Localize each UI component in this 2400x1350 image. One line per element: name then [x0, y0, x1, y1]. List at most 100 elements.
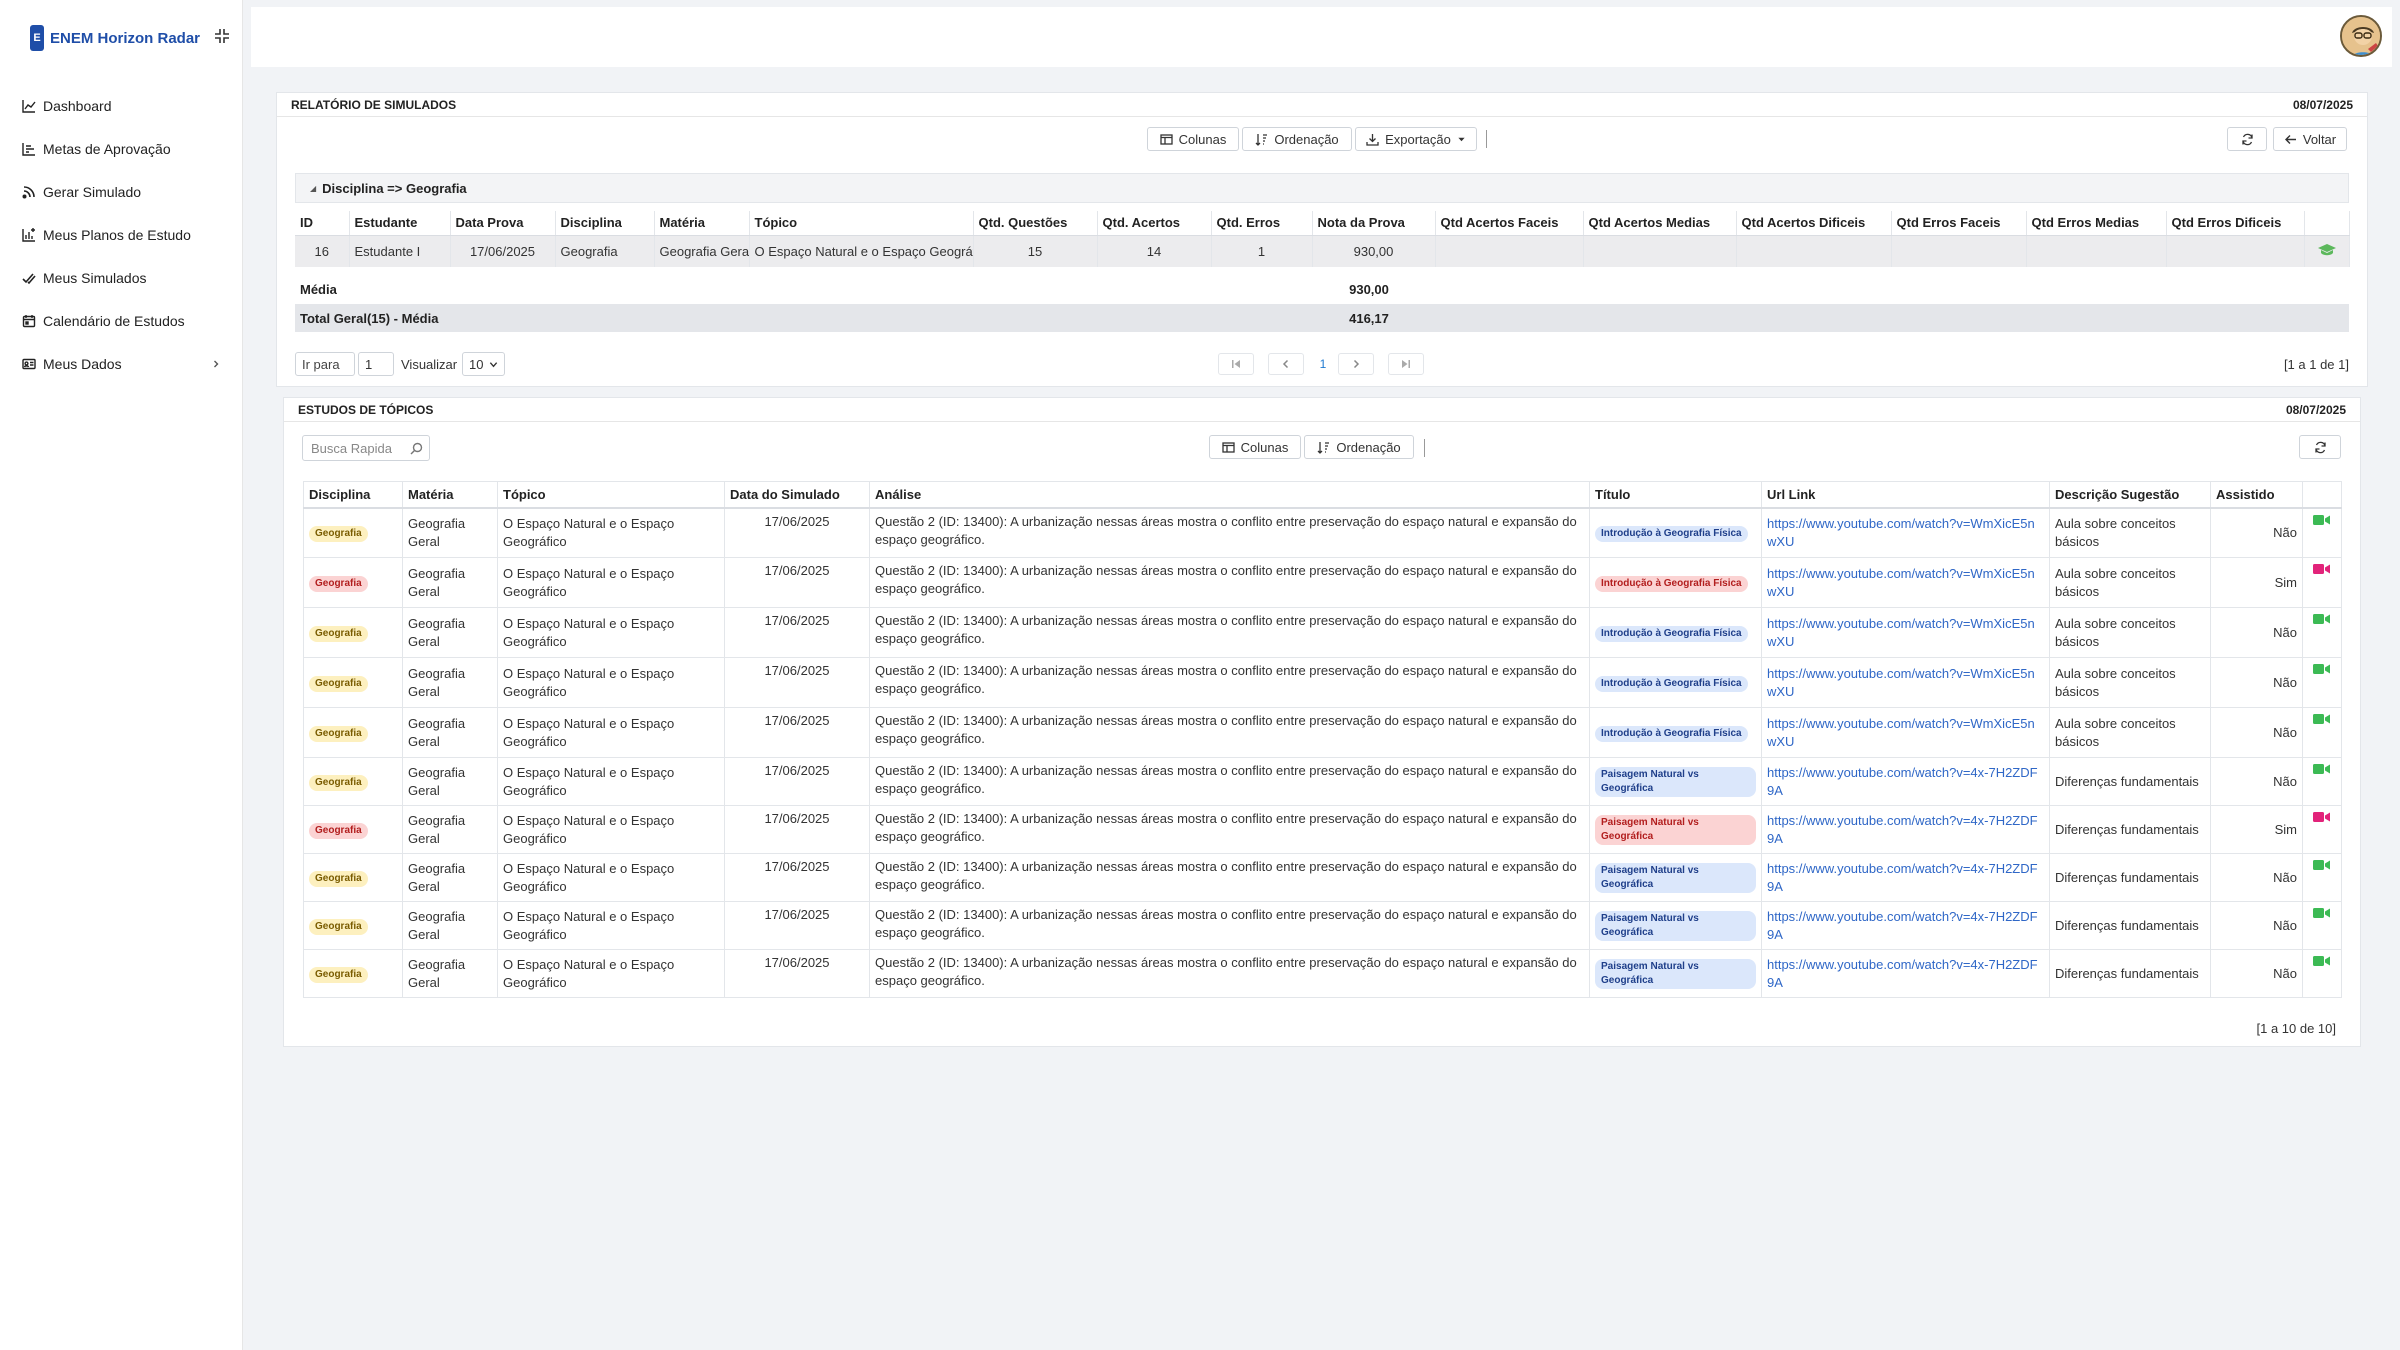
nav-item-gerar-simulado[interactable]: Gerar Simulado	[0, 170, 242, 213]
nav-item-planos[interactable]: Meus Planos de Estudo	[0, 213, 242, 256]
col-header[interactable]: Nota da Prova	[1312, 211, 1436, 236]
video-camera-icon[interactable]	[2313, 763, 2331, 775]
title-badge: Paisagem Natural vs Geográfica	[1595, 862, 1756, 893]
col-header[interactable]: Título	[1589, 481, 1762, 509]
col-header[interactable]: Data do Simulado	[724, 481, 870, 509]
collapse-icon[interactable]	[214, 28, 230, 44]
topics-order-button[interactable]: Ordenação	[1304, 435, 1414, 459]
video-link[interactable]: https://www.youtube.com/watch?v=WmXicE5n…	[1767, 516, 2035, 549]
video-camera-icon[interactable]	[2313, 859, 2331, 871]
col-header[interactable]: Qtd Erros Medias	[2026, 211, 2167, 236]
collapse-triangle-icon: ◢	[310, 183, 317, 193]
table-row[interactable]: Geografia Geografia Geral O Espaço Natural…	[303, 707, 2342, 758]
search-input[interactable]: Busca Rapida	[302, 435, 430, 461]
video-camera-icon[interactable]	[2313, 663, 2331, 675]
topics-columns-button[interactable]: Colunas	[1209, 435, 1301, 459]
nav-item-meus-dados[interactable]: Meus Dados	[0, 342, 242, 385]
col-header[interactable]: Qtd. Acertos	[1097, 211, 1212, 236]
video-link[interactable]: https://www.youtube.com/watch?v=WmXicE5n…	[1767, 616, 2035, 649]
avatar[interactable]	[2340, 15, 2382, 57]
video-link[interactable]: https://www.youtube.com/watch?v=WmXicE5n…	[1767, 666, 2035, 699]
video-camera-icon[interactable]	[2313, 811, 2331, 823]
col-header[interactable]: Assistido	[2210, 481, 2303, 509]
calendar-icon	[22, 314, 36, 327]
table-row[interactable]: Geografia Geografia Geral O Espaço Natural…	[303, 557, 2342, 608]
col-header[interactable]: Análise	[869, 481, 1590, 509]
page-size-value: 10	[469, 356, 484, 372]
video-camera-icon[interactable]	[2313, 955, 2331, 967]
last-page-button[interactable]	[1388, 353, 1424, 375]
table-row[interactable]: Geografia Geografia Geral O Espaço Natural…	[303, 805, 2342, 854]
export-button[interactable]: Exportação	[1355, 127, 1477, 151]
video-link[interactable]: https://www.youtube.com/watch?v=4x-7H2ZD…	[1767, 909, 2038, 942]
cell-date: 17/06/2025	[724, 853, 870, 902]
table-row[interactable]: Geografia Geografia Geral O Espaço Natural…	[303, 901, 2342, 950]
next-page-button[interactable]	[1338, 353, 1374, 375]
col-header[interactable]: Descrição Sugestão	[2049, 481, 2211, 509]
first-page-button[interactable]	[1218, 353, 1254, 375]
video-link[interactable]: https://www.youtube.com/watch?v=WmXicE5n…	[1767, 716, 2035, 749]
goto-button[interactable]: Ir para	[295, 352, 355, 376]
col-header[interactable]: Tópico	[497, 481, 725, 509]
col-header[interactable]: Qtd Acertos Dificeis	[1736, 211, 1892, 236]
video-link[interactable]: https://www.youtube.com/watch?v=4x-7H2ZD…	[1767, 813, 2038, 846]
video-camera-icon[interactable]	[2313, 613, 2331, 625]
back-button[interactable]: Voltar	[2273, 127, 2347, 151]
col-header[interactable]: Disciplina	[555, 211, 655, 236]
group-row[interactable]: ◢ Disciplina => Geografia	[295, 173, 2349, 203]
col-header[interactable]: Tópico	[749, 211, 974, 236]
cell-title: Paisagem Natural vs Geográfica	[1589, 853, 1762, 902]
brand[interactable]: E ENEM Horizon Radar	[0, 0, 242, 76]
page-size-select[interactable]: 10	[462, 352, 505, 376]
video-link[interactable]: https://www.youtube.com/watch?v=4x-7H2ZD…	[1767, 861, 2038, 894]
prev-page-button[interactable]	[1268, 353, 1304, 375]
group-label: Disciplina => Geografia	[322, 180, 467, 196]
refresh-button[interactable]	[2227, 127, 2267, 151]
video-link[interactable]: https://www.youtube.com/watch?v=4x-7H2ZD…	[1767, 957, 2038, 990]
topics-refresh-button[interactable]	[2299, 435, 2341, 459]
col-header[interactable]: Data Prova	[450, 211, 556, 236]
current-page[interactable]: 1	[1312, 353, 1334, 375]
col-header[interactable]: Estudante	[349, 211, 451, 236]
video-camera-icon[interactable]	[2313, 713, 2331, 725]
cell-empty	[2166, 235, 2305, 267]
columns-button[interactable]: Colunas	[1147, 127, 1239, 151]
cell-url: https://www.youtube.com/watch?v=WmXicE5n…	[1761, 707, 2050, 758]
col-header[interactable]: Matéria	[402, 481, 498, 509]
table-row[interactable]: 16 Estudante I 17/06/2025 Geografia Geog…	[295, 235, 2350, 267]
goto-page-input[interactable]: 1	[358, 352, 394, 376]
table-row[interactable]: Geografia Geografia Geral O Espaço Natural…	[303, 607, 2342, 658]
nav-item-simulados[interactable]: Meus Simulados	[0, 256, 242, 299]
cell-watched: Não	[2210, 607, 2303, 658]
line-chart-icon	[22, 99, 36, 113]
col-header[interactable]: Matéria	[654, 211, 750, 236]
table-row[interactable]: Geografia Geografia Geral O Espaço Natural…	[303, 507, 2342, 558]
video-camera-icon[interactable]	[2313, 563, 2331, 575]
average-label: Média	[300, 281, 337, 297]
nav-item-metas[interactable]: Metas de Aprovação	[0, 127, 242, 170]
table-row[interactable]: Geografia Geografia Geral O Espaço Natural…	[303, 949, 2342, 998]
col-header[interactable]: Qtd. Erros	[1211, 211, 1313, 236]
cell-topic: O Espaço Natural e o Espaço Geográfico	[497, 607, 725, 658]
video-link[interactable]: https://www.youtube.com/watch?v=4x-7H2ZD…	[1767, 765, 2038, 798]
nav-item-calendario[interactable]: Calendário de Estudos	[0, 299, 242, 342]
table-row[interactable]: Geografia Geografia Geral O Espaço Natural…	[303, 757, 2342, 806]
col-header[interactable]: Qtd Acertos Medias	[1583, 211, 1737, 236]
col-header[interactable]: Qtd Acertos Faceis	[1435, 211, 1584, 236]
video-link[interactable]: https://www.youtube.com/watch?v=WmXicE5n…	[1767, 566, 2035, 599]
video-camera-icon[interactable]	[2313, 907, 2331, 919]
col-header[interactable]: Url Link	[1761, 481, 2050, 509]
col-header[interactable]: ID	[295, 211, 350, 236]
col-header[interactable]: Disciplina	[303, 481, 403, 509]
order-button[interactable]: Ordenação	[1242, 127, 1352, 151]
cell-empty	[1736, 235, 1892, 267]
nav-item-dashboard[interactable]: Dashboard	[0, 84, 242, 127]
table-row[interactable]: Geografia Geografia Geral O Espaço Natural…	[303, 853, 2342, 902]
cell-url: https://www.youtube.com/watch?v=WmXicE5n…	[1761, 657, 2050, 708]
col-header[interactable]: Qtd Erros Dificeis	[2166, 211, 2305, 236]
table-row[interactable]: Geografia Geografia Geral O Espaço Natural…	[303, 657, 2342, 708]
col-header[interactable]: Qtd. Questões	[973, 211, 1098, 236]
col-header[interactable]: Qtd Erros Faceis	[1891, 211, 2027, 236]
video-camera-icon[interactable]	[2313, 514, 2331, 526]
graduation-cap-icon[interactable]	[2317, 243, 2337, 257]
